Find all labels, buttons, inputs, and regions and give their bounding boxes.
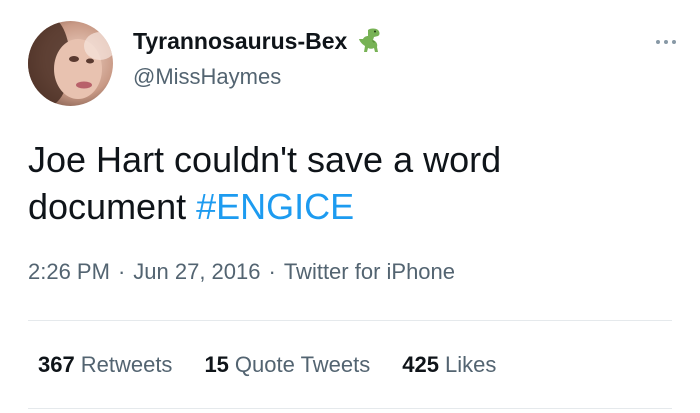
likes-count: 425 — [402, 352, 439, 377]
meta-separator: · — [117, 259, 126, 284]
quote-tweets-label: Quote Tweets — [234, 352, 371, 377]
meta-separator: · — [268, 259, 276, 284]
likes-label: Likes — [444, 352, 497, 377]
more-dot — [656, 40, 660, 44]
tweet-source[interactable]: Twitter for iPhone — [284, 259, 455, 285]
retweets-stat[interactable]: 367 Retweets — [38, 352, 172, 378]
avatar[interactable] — [28, 21, 113, 106]
display-name[interactable]: Tyrannosaurus-Bex — [133, 28, 347, 55]
tweet-meta: 2:26 PM · Jun 27, 2016 · Twitter for iPh… — [28, 259, 455, 285]
divider — [28, 320, 672, 321]
engagement-stats: 367 Retweets 15 Quote Tweets 425 Likes — [38, 352, 496, 378]
t-rex-icon — [356, 26, 386, 56]
quote-tweets-count: 15 — [204, 352, 229, 377]
tweet-text: Joe Hart couldn't save a word document #… — [28, 136, 648, 230]
likes-stat[interactable]: 425 Likes — [402, 352, 496, 378]
quote-tweets-stat[interactable]: 15 Quote Tweets — [204, 352, 370, 378]
tweet-date[interactable]: Jun 27, 2016 — [133, 259, 260, 285]
retweets-label: Retweets — [80, 352, 173, 377]
more-dot — [664, 40, 668, 44]
more-dot — [672, 40, 676, 44]
display-name-row: Tyrannosaurus-Bex — [133, 26, 386, 56]
handle[interactable]: @MissHaymes — [133, 64, 386, 90]
author-info: Tyrannosaurus-Bex @MissHaymes — [133, 26, 386, 90]
more-options-icon[interactable] — [656, 40, 676, 44]
avatar-image — [28, 21, 113, 106]
retweets-count: 367 — [38, 352, 75, 377]
hashtag-link[interactable]: #ENGICE — [196, 186, 354, 227]
divider — [28, 408, 672, 409]
tweet-time[interactable]: 2:26 PM — [28, 259, 110, 285]
